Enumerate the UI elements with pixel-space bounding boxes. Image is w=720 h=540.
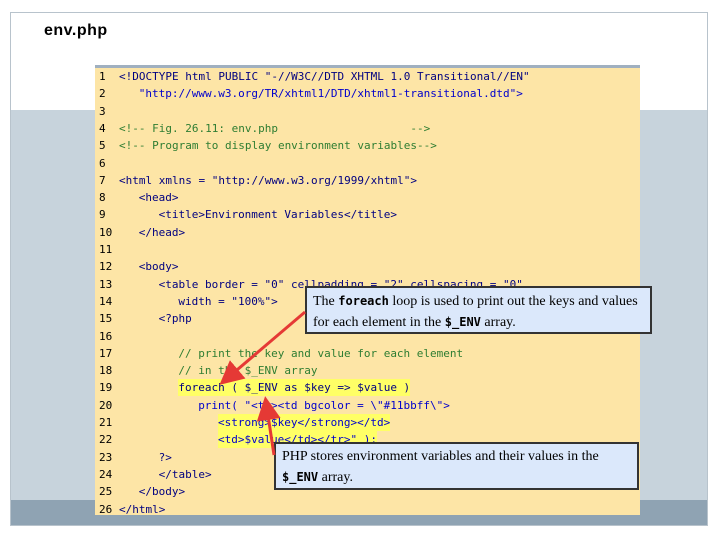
env-arrow	[256, 396, 281, 456]
foreach-arrow	[219, 310, 306, 385]
annotation-arrows	[219, 310, 306, 456]
